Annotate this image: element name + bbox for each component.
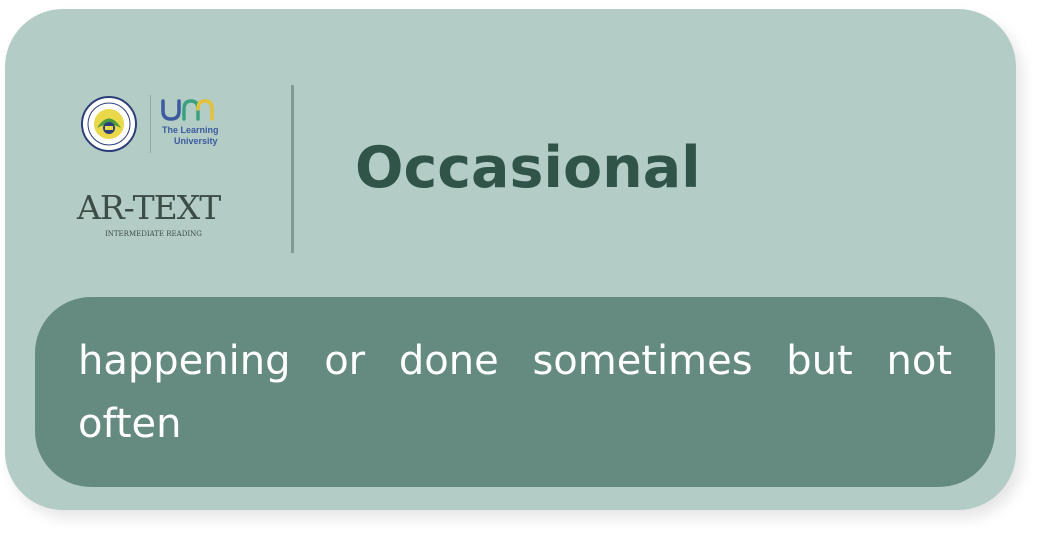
um-logo-icon (161, 99, 214, 121)
um-tagline-line2: University (174, 136, 218, 146)
product-name: AR-TEXT (77, 188, 221, 227)
product-subtitle: INTERMEDIATE READING (105, 230, 202, 238)
definition-panel: happening or done sometimes but not ofte… (35, 297, 995, 487)
logo-group: The Learning University (80, 95, 230, 153)
um-tagline-line1: The Learning (162, 125, 219, 135)
university-seal-icon (81, 96, 137, 152)
header-divider (291, 85, 294, 253)
definition-text: happening or done sometimes but not ofte… (78, 338, 952, 447)
um-logo: The Learning University (160, 95, 232, 153)
logo-divider (150, 95, 151, 153)
flashcard: The Learning University AR-TEXT INTERMED… (5, 9, 1016, 510)
vocabulary-word: Occasional (355, 135, 701, 201)
